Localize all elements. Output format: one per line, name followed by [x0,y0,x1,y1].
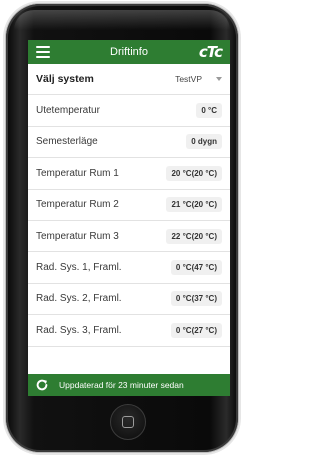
row-label: Temperatur Rum 3 [36,230,119,242]
list-item-temperatur-rum-1: Temperatur Rum 1 20 °C(20 °C) [28,158,230,190]
row-label: Rad. Sys. 3, Framl. [36,324,122,336]
row-label: Semesterläge [36,136,98,148]
info-list: Välj system TestVP Utetemperatur 0 °C Se… [28,64,230,347]
list-item-temperatur-rum-3: Temperatur Rum 3 22 °C(20 °C) [28,221,230,253]
row-label: Utetemperatur [36,105,100,117]
row-value: 22 °C(20 °C) [166,228,222,244]
menu-line [36,56,50,58]
system-selector-row[interactable]: Välj system TestVP [28,64,230,96]
row-value: 0 °C(37 °C) [170,291,222,307]
refresh-icon[interactable] [35,378,49,392]
menu-line [36,51,50,53]
stage: Driftinfo cTc Välj system TestVP Utetemp… [0,0,246,456]
app-screen: Driftinfo cTc Välj system TestVP Utetemp… [28,40,230,396]
list-item-semesterlage: Semesterläge 0 dygn [28,127,230,159]
list-item-rad-sys-2: Rad. Sys. 2, Framl. 0 °C(37 °C) [28,284,230,316]
row-value: 0 °C [196,103,222,119]
phone-frame: Driftinfo cTc Välj system TestVP Utetemp… [6,4,238,452]
row-label: Temperatur Rum 1 [36,167,119,179]
status-bar: Uppdaterad för 23 minuter sedan [28,374,230,396]
row-value: 0 dygn [186,134,222,150]
list-item-rad-sys-1: Rad. Sys. 1, Framl. 0 °C(47 °C) [28,252,230,284]
system-dropdown-value: TestVP [175,74,202,85]
home-square-icon [122,416,134,428]
hamburger-menu-icon[interactable] [36,46,50,58]
menu-line [36,46,50,48]
list-item-temperatur-rum-2: Temperatur Rum 2 21 °C(20 °C) [28,190,230,221]
row-label: Rad. Sys. 2, Framl. [36,293,122,305]
list-item-rad-sys-3: Rad. Sys. 3, Framl. 0 °C(27 °C) [28,315,230,347]
home-button[interactable] [110,404,146,440]
row-value: 21 °C(20 °C) [166,197,222,213]
last-updated-text: Uppdaterad för 23 minuter sedan [59,380,184,390]
list-item-utetemperatur: Utetemperatur 0 °C [28,95,230,127]
row-label: Temperatur Rum 2 [36,199,119,211]
system-dropdown[interactable]: TestVP [175,74,222,84]
row-label: Rad. Sys. 1, Framl. [36,262,122,274]
dropdown-caret-icon [216,77,222,82]
system-selector-label: Välj system [36,73,94,86]
row-value: 0 °C(47 °C) [170,260,222,276]
row-value: 0 °C(27 °C) [170,322,222,338]
row-value: 20 °C(20 °C) [166,165,222,181]
ctc-logo: cTc [198,43,223,61]
app-bar: Driftinfo cTc [28,40,230,64]
